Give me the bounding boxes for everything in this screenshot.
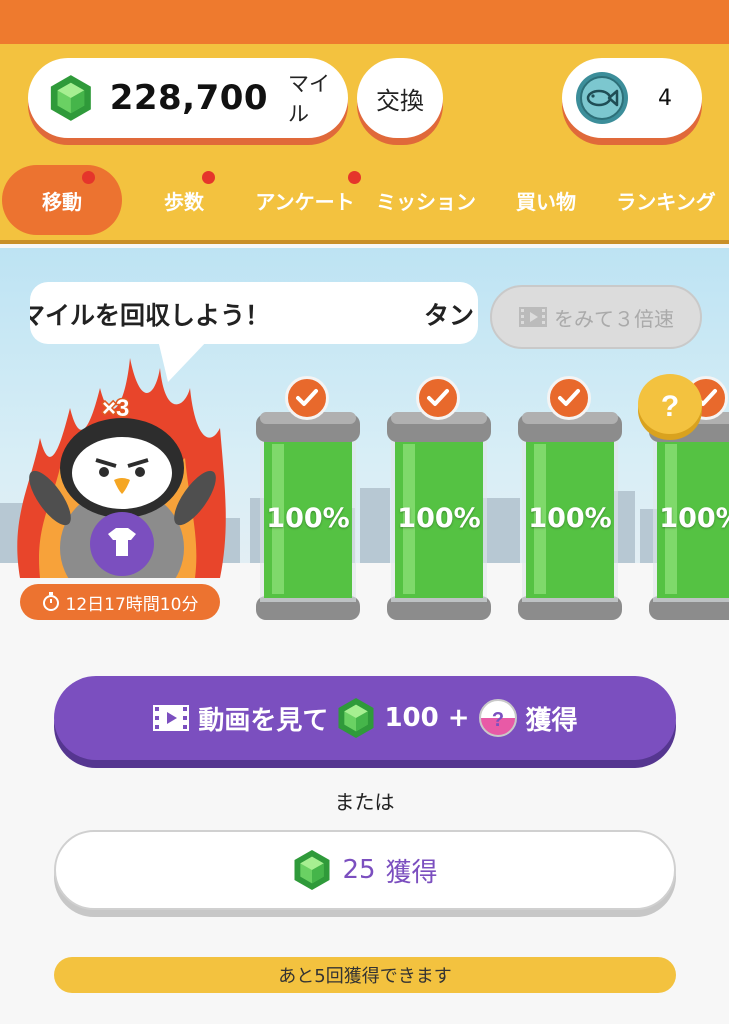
fish-count: 4 (658, 85, 672, 111)
tab-mission[interactable]: ミッション (368, 165, 484, 235)
tab-ranking[interactable]: ランキング (606, 165, 726, 235)
multiplier-label: ×3 (102, 395, 129, 422)
tube-percent: 100% (528, 503, 612, 534)
tab-shopping[interactable]: 買い物 (496, 165, 596, 235)
watch-video-button[interactable]: 動画を見て 100 + ? 獲得 (54, 676, 676, 760)
tab-label: アンケート (255, 189, 355, 214)
fish-coin-balance[interactable]: 4 (562, 58, 702, 138)
notification-dot (348, 171, 361, 184)
video-icon (153, 705, 190, 731)
penguin-character: ×3 (17, 358, 226, 578)
miles-balance: 228,700 マイル (28, 58, 348, 138)
miles-value: 228,700 (109, 78, 269, 118)
check-icon (285, 376, 329, 420)
category-tabs: 移動 歩数 アンケート ミッション 買い物 ランキング (0, 165, 729, 235)
timer-text: 12日17時間10分 (65, 594, 199, 615)
mile-tube[interactable]: 100% (516, 408, 624, 624)
speech-text: マイルを回収しよう！ (30, 301, 271, 330)
remaining-count-banner: あと5回獲得できます (54, 957, 676, 993)
status-bar (0, 0, 729, 44)
earn-button-amount: 25 (342, 855, 376, 885)
tube-percent: 100% (397, 503, 481, 534)
video-button-suffix: 獲得 (525, 705, 578, 736)
timer-badge: 12日17時間10分 (20, 584, 220, 620)
mystery-capsule-icon: ? (478, 699, 517, 737)
miles-unit: マイル (288, 72, 331, 126)
video-button-amount: 100 + (384, 703, 470, 733)
remaining-text: あと5回獲得できます (278, 966, 452, 987)
tab-steps[interactable]: 歩数 (134, 165, 234, 235)
tab-label: 歩数 (164, 189, 204, 214)
question-coin-icon[interactable]: ? (636, 370, 704, 442)
gem-icon (50, 75, 91, 121)
gem-icon (338, 698, 374, 738)
earn-button-suffix: 獲得 (385, 857, 438, 888)
earn-miles-button[interactable]: 25 獲得 (54, 830, 676, 910)
fish-coin-icon (576, 72, 628, 124)
tab-label: 買い物 (516, 189, 576, 214)
exchange-button[interactable]: 交換 (357, 58, 443, 138)
tab-label: ミッション (376, 189, 476, 214)
svg-text:?: ? (491, 709, 503, 731)
speech-bubble: マイルを回収しよう！ タン (30, 282, 478, 344)
video-icon (519, 307, 547, 327)
check-icon (547, 376, 591, 420)
tab-move[interactable]: 移動 (2, 165, 122, 235)
or-label: または (334, 790, 395, 814)
speech-text-scrolling: タン (423, 301, 474, 330)
mile-tube[interactable]: 100% (254, 408, 362, 624)
video-button-prefix: 動画を見て (198, 705, 329, 736)
tube-percent: 100% (266, 503, 350, 534)
svg-text:?: ? (661, 390, 679, 423)
tab-label: 移動 (42, 189, 82, 214)
stopwatch-icon (42, 592, 59, 611)
speed-up-video-button[interactable]: をみて３倍速 (490, 285, 702, 349)
speed-up-label: をみて３倍速 (554, 306, 674, 331)
notification-dot (82, 171, 95, 184)
gem-icon (294, 850, 330, 890)
tube-percent: 100% (659, 503, 729, 534)
collection-scene: マイルを回収しよう！ タン をみて３倍速 ×3 12日17時間10分 100% … (0, 248, 729, 630)
check-icon (416, 376, 460, 420)
exchange-label: 交換 (376, 86, 424, 115)
notification-dot (202, 171, 215, 184)
tab-label: ランキング (616, 189, 716, 214)
mile-tube[interactable]: 100% (385, 408, 493, 624)
tab-survey[interactable]: アンケート (246, 165, 364, 235)
